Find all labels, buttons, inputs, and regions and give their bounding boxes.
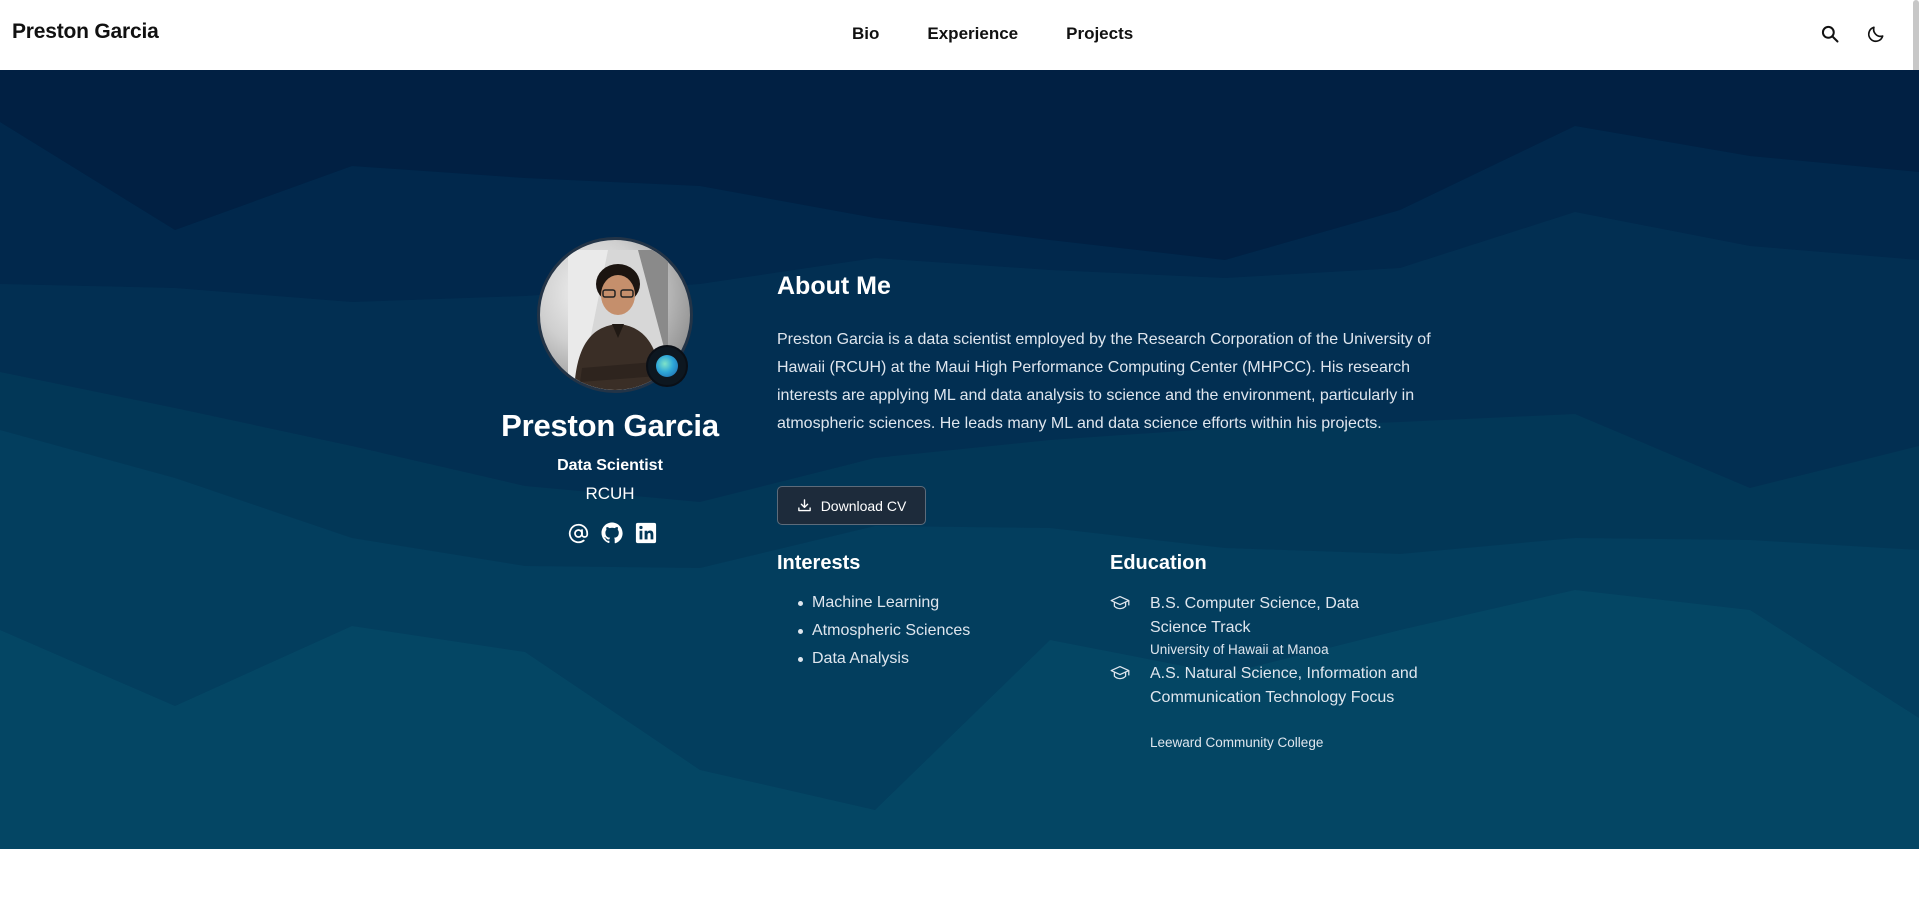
graduation-cap-icon (1110, 665, 1130, 680)
download-cv-button[interactable]: Download CV (777, 486, 926, 525)
nav-link-bio[interactable]: Bio (852, 24, 879, 44)
education-item: B.S. Computer Science, Data Science Trac… (1110, 592, 1430, 657)
at-sign-icon[interactable] (566, 521, 590, 545)
download-icon (797, 499, 811, 512)
about-text: Preston Garcia is a data scientist emplo… (777, 331, 1431, 432)
nav-links: Bio Experience Projects (852, 24, 1181, 44)
graduation-cap-icon (1110, 595, 1130, 610)
moon-icon[interactable] (1863, 20, 1889, 48)
top-navbar: Preston Garcia Bio Experience Projects (0, 0, 1919, 70)
site-brand[interactable]: Preston Garcia (12, 20, 159, 44)
social-links (566, 521, 658, 545)
hero-section: Preston Garcia Data Scientist RCUH About… (0, 70, 1919, 849)
list-item: Atmospheric Sciences (798, 620, 970, 648)
interests-list: Machine Learning Atmospheric Sciences Da… (798, 592, 970, 676)
nav-link-experience[interactable]: Experience (927, 24, 1018, 44)
github-icon[interactable] (600, 521, 624, 545)
search-icon[interactable] (1817, 20, 1843, 48)
profile-role: Data Scientist (557, 457, 663, 474)
profile-name: Preston Garcia (501, 408, 719, 443)
list-item: Data Analysis (798, 648, 970, 676)
hero-background (0, 70, 1919, 849)
education-item: A.S. Natural Science, Information and Co… (1110, 662, 1430, 750)
education-degree: B.S. Computer Science, Data Science Trac… (1150, 595, 1359, 636)
education-degree: A.S. Natural Science, Information and Co… (1150, 665, 1418, 706)
education-school: University of Hawaii at Manoa (1150, 642, 1329, 657)
list-item: Machine Learning (798, 592, 970, 620)
nav-link-projects[interactable]: Projects (1066, 24, 1133, 44)
linkedin-icon[interactable] (634, 521, 658, 545)
about-title: About Me (777, 272, 891, 300)
interests-title: Interests (777, 552, 861, 574)
profile-organization: RCUH (585, 484, 635, 503)
education-title: Education (1110, 552, 1207, 574)
nav-actions (1817, 20, 1889, 48)
education-school: Leeward Community College (1150, 735, 1324, 750)
page-below-hero (0, 849, 1919, 913)
download-cv-label: Download CV (820, 497, 907, 514)
globe-icon (656, 355, 678, 377)
avatar-badge (646, 345, 688, 387)
